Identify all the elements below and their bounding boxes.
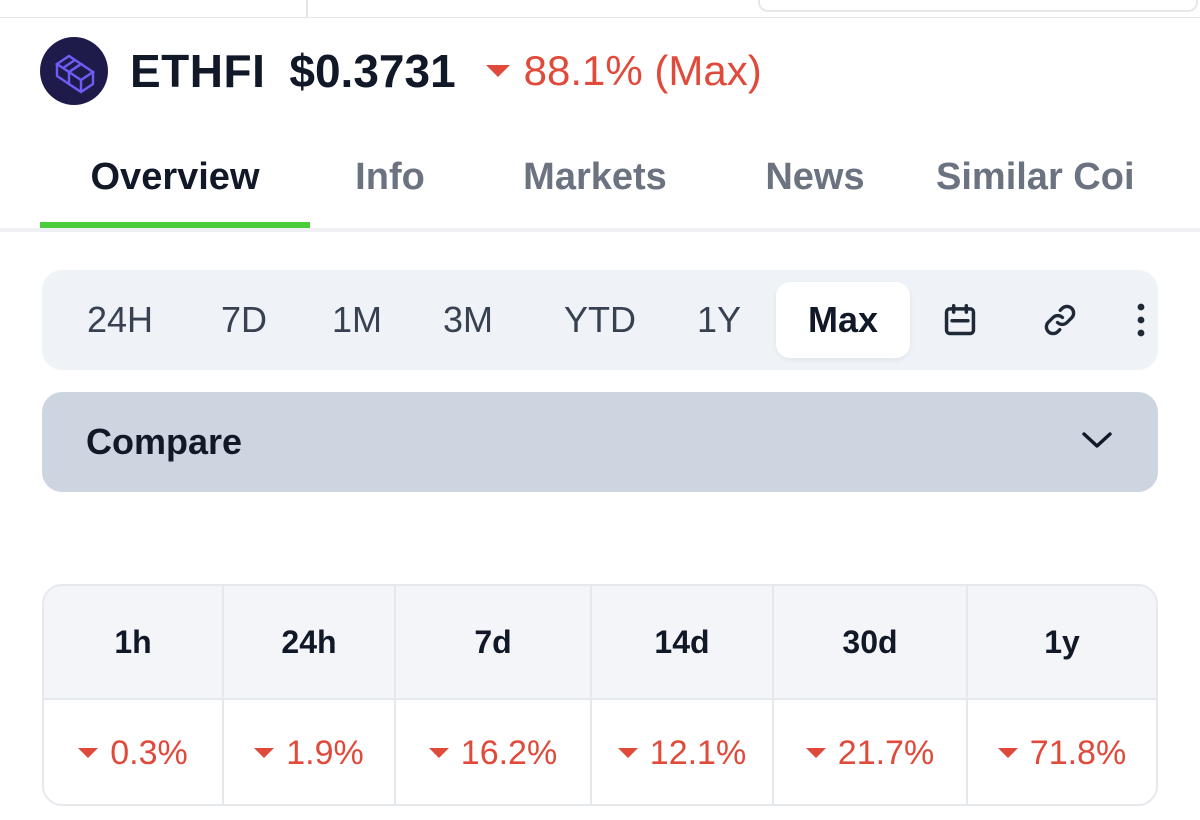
stat-value-text: 71.8%	[1029, 733, 1127, 772]
stat-value-text: 21.7%	[837, 733, 935, 772]
stat-column: 30d 21.7%	[774, 586, 968, 804]
tab-info[interactable]: Info	[310, 126, 470, 228]
timeframe-max[interactable]: Max	[776, 282, 910, 358]
caret-down-icon	[485, 65, 510, 77]
browser-top-strip	[0, 0, 1200, 18]
timeframe-selector: 24H 7D 1M 3M YTD 1Y Max	[42, 270, 1158, 370]
stat-period: 7d	[396, 586, 590, 700]
stat-value: 12.1%	[592, 700, 772, 804]
tab-similar-coins[interactable]: Similar Coi	[910, 126, 1160, 228]
coin-symbol: ETHFI	[130, 45, 266, 97]
caret-down-icon	[617, 748, 638, 758]
stat-period: 30d	[774, 586, 966, 700]
ethfi-logo-icon	[40, 37, 108, 105]
price-change-table: 1h 0.3% 24h 1.9% 7d 16.2% 14d 12.1% 30d …	[42, 584, 1158, 806]
stat-value-text: 1.9%	[286, 733, 364, 772]
top-divider	[306, 0, 308, 18]
timeframe-1y[interactable]: 1Y	[674, 282, 764, 358]
timeframe-24h[interactable]: 24H	[60, 282, 180, 358]
chevron-down-icon	[1080, 429, 1114, 456]
stat-value-text: 16.2%	[460, 733, 558, 772]
stat-column: 24h 1.9%	[224, 586, 396, 804]
caret-down-icon	[254, 748, 275, 758]
caret-down-icon	[997, 748, 1018, 758]
stat-period: 24h	[224, 586, 394, 700]
caret-down-icon	[78, 748, 99, 758]
timeframe-1m[interactable]: 1M	[302, 282, 412, 358]
stat-period: 1h	[44, 586, 222, 700]
stat-period: 1y	[968, 586, 1156, 700]
stat-value: 21.7%	[774, 700, 966, 804]
timeframe-ytd[interactable]: YTD	[536, 282, 664, 358]
stat-value: 0.3%	[44, 700, 222, 804]
timeframe-3m[interactable]: 3M	[412, 282, 524, 358]
caret-down-icon	[805, 748, 826, 758]
tab-markets[interactable]: Markets	[470, 126, 720, 228]
stat-value-text: 0.3%	[110, 733, 188, 772]
tabs-divider	[0, 228, 1200, 232]
stat-column: 7d 16.2%	[396, 586, 592, 804]
caret-down-icon	[428, 748, 449, 758]
timeframe-7d[interactable]: 7D	[192, 282, 296, 358]
top-search-box[interactable]	[758, 0, 1198, 12]
stat-column: 1y 71.8%	[968, 586, 1156, 804]
more-vertical-icon[interactable]	[1128, 300, 1154, 340]
coin-header: ETHFI $0.3731 88.1% (Max)	[40, 34, 762, 108]
tab-overview[interactable]: Overview	[40, 126, 310, 228]
compare-label: Compare	[86, 421, 243, 462]
link-icon[interactable]	[1036, 300, 1084, 340]
stat-period: 14d	[592, 586, 772, 700]
stat-column: 1h 0.3%	[44, 586, 224, 804]
coin-price: $0.3731	[289, 45, 456, 97]
stat-value-text: 12.1%	[649, 733, 747, 772]
calendar-icon[interactable]	[940, 300, 980, 340]
stat-value: 16.2%	[396, 700, 590, 804]
coin-tabs: Overview Info Markets News Similar Coi	[40, 126, 1160, 228]
compare-dropdown[interactable]: Compare	[42, 392, 1158, 492]
stat-value: 71.8%	[968, 700, 1156, 804]
stat-value: 1.9%	[224, 700, 394, 804]
price-change-value: 88.1% (Max)	[523, 47, 762, 94]
tab-news[interactable]: News	[720, 126, 910, 228]
price-change: 88.1% (Max)	[485, 47, 762, 95]
stat-column: 14d 12.1%	[592, 586, 774, 804]
